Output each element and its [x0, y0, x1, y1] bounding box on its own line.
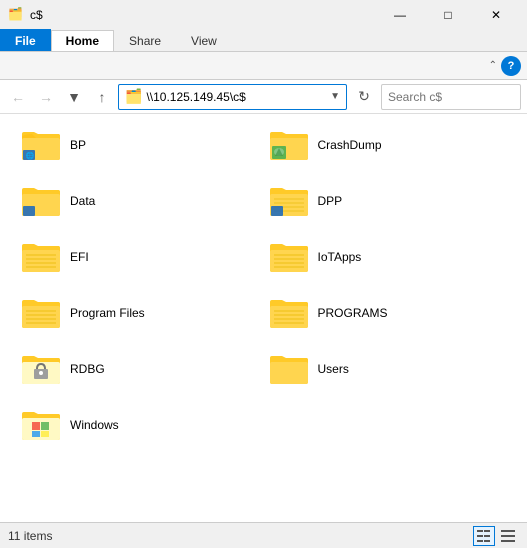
folder-label-efi: EFI [70, 250, 89, 264]
title-bar-left: 🗂️ c$ [8, 7, 43, 23]
search-box[interactable]: 🔍 [381, 84, 521, 110]
folder-icon-programs [270, 296, 310, 330]
window-title: c$ [30, 8, 43, 22]
folder-item-windows[interactable]: Windows [16, 404, 216, 446]
window-icon: 🗂️ [8, 7, 24, 23]
folder-label-programs: PROGRAMS [318, 306, 388, 320]
folder-icon-bp: 🌐 [22, 128, 62, 162]
folder-icon-efi [22, 240, 62, 274]
address-bar[interactable]: 🗂️ ▼ [118, 84, 347, 110]
forward-button[interactable]: → [34, 85, 58, 109]
up-button[interactable]: ↑ [90, 85, 114, 109]
help-button[interactable]: ? [501, 56, 521, 76]
folder-item-iotapps[interactable]: IoTApps [264, 236, 464, 278]
ribbon-tabs: File Home Share View [0, 30, 527, 52]
minimize-button[interactable]: — [377, 0, 423, 30]
folder-item-bp[interactable]: 🌐 BP [16, 124, 216, 166]
content-area: 🌐 BP Crash [0, 114, 527, 522]
folder-label-crashdump: CrashDump [318, 138, 382, 152]
folder-item-data[interactable]: Data [16, 180, 216, 222]
folder-item-dpp[interactable]: DPP [264, 180, 464, 222]
folder-label-iotapps: IoTApps [318, 250, 362, 264]
address-folder-icon: 🗂️ [125, 88, 142, 105]
folder-icon-dpp [270, 184, 310, 218]
title-bar: 🗂️ c$ — □ ✕ [0, 0, 527, 30]
folder-item-programfiles[interactable]: Program Files [16, 292, 216, 334]
folder-label-bp: BP [70, 138, 86, 152]
address-dropdown-icon[interactable]: ▼ [330, 91, 340, 102]
folder-icon-rdbg [22, 352, 62, 386]
folder-label-data: Data [70, 194, 95, 208]
tab-file[interactable]: File [0, 29, 51, 51]
folder-label-dpp: DPP [318, 194, 343, 208]
folder-label-rdbg: RDBG [70, 362, 105, 376]
folder-icon-data [22, 184, 62, 218]
tab-share[interactable]: Share [114, 30, 176, 51]
folder-icon-iotapps [270, 240, 310, 274]
status-item-count: 11 items [8, 529, 52, 543]
maximize-button[interactable]: □ [425, 0, 471, 30]
search-input[interactable] [388, 90, 527, 104]
file-list: 🌐 BP Crash [0, 114, 527, 522]
view-details-button[interactable] [473, 526, 495, 546]
refresh-button[interactable]: ↻ [351, 84, 377, 110]
status-bar: 11 items [0, 522, 527, 548]
folder-icon-users [270, 352, 310, 386]
tab-view[interactable]: View [176, 30, 232, 51]
ribbon-chevron-icon[interactable]: ⌃ [489, 60, 497, 71]
folder-item-users[interactable]: Users [264, 348, 464, 390]
folder-label-programfiles: Program Files [70, 306, 145, 320]
view-buttons [473, 526, 519, 546]
close-button[interactable]: ✕ [473, 0, 519, 30]
folder-item-efi[interactable]: EFI [16, 236, 216, 278]
folder-icon-windows [22, 408, 62, 442]
address-input[interactable] [146, 90, 326, 104]
svg-text:🌐: 🌐 [26, 151, 35, 160]
window-controls: — □ ✕ [377, 0, 519, 30]
folder-icon-crashdump [270, 128, 310, 162]
folder-item-programs[interactable]: PROGRAMS [264, 292, 464, 334]
folder-grid: 🌐 BP Crash [16, 124, 511, 446]
view-tiles-button[interactable] [497, 526, 519, 546]
back-button[interactable]: ← [6, 85, 30, 109]
folder-icon-programfiles [22, 296, 62, 330]
folder-item-crashdump[interactable]: CrashDump [264, 124, 464, 166]
folder-label-users: Users [318, 362, 349, 376]
folder-item-rdbg[interactable]: RDBG [16, 348, 216, 390]
recent-locations-button[interactable]: ▼ [62, 85, 86, 109]
ribbon-area: ⌃ ? [0, 52, 527, 80]
address-row: ← → ▼ ↑ 🗂️ ▼ ↻ 🔍 [0, 80, 527, 114]
folder-label-windows: Windows [70, 418, 119, 432]
tab-home[interactable]: Home [51, 30, 114, 51]
